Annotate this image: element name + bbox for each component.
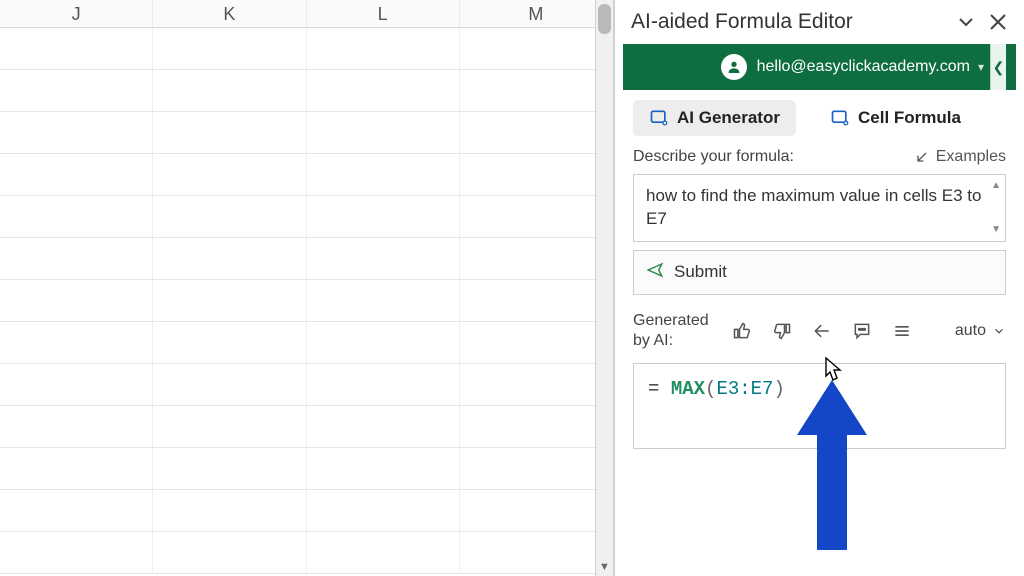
insert-button[interactable] [809, 318, 835, 344]
examples-arrow-icon [914, 149, 930, 165]
cell-formula-icon [830, 108, 850, 128]
column-headers: J K L M [0, 0, 613, 28]
formula-close-paren: ) [773, 378, 784, 400]
thumbs-up-button[interactable] [729, 318, 755, 344]
col-header-l[interactable]: L [307, 0, 460, 27]
scroll-thumb[interactable] [598, 4, 611, 34]
collapse-account-button[interactable]: ❮ [990, 44, 1006, 90]
tab-cell-formula-label: Cell Formula [858, 108, 961, 128]
formula-fn: MAX [671, 378, 705, 400]
avatar-icon [721, 54, 747, 80]
examples-link[interactable]: Examples [914, 148, 1006, 166]
formula-open-paren: ( [705, 378, 716, 400]
submit-label: Submit [674, 262, 727, 282]
format-button[interactable] [889, 318, 915, 344]
submit-button[interactable]: Submit [633, 250, 1006, 295]
generated-formula-box[interactable]: = MAX(E3:E7) [633, 363, 1006, 449]
generated-by-ai-label: Generated by AI: [633, 311, 709, 351]
panel-title: AI-aided Formula Editor [631, 10, 954, 34]
grid-rows[interactable] [0, 28, 613, 574]
thumbs-down-button[interactable] [769, 318, 795, 344]
send-icon [646, 261, 664, 284]
formula-editor-panel: AI-aided Formula Editor hello@easyclicka… [614, 0, 1024, 576]
spreadsheet-area[interactable]: J K L M ▲ ▼ [0, 0, 614, 576]
vertical-scrollbar[interactable]: ▲ ▼ [595, 0, 613, 576]
tab-ai-generator[interactable]: AI Generator [633, 100, 796, 136]
auto-dropdown[interactable]: auto [955, 322, 1006, 340]
auto-label: auto [955, 322, 986, 340]
collapse-panel-button[interactable] [954, 10, 978, 34]
col-header-k[interactable]: K [153, 0, 306, 27]
account-email: hello@easyclickacademy.com [757, 58, 970, 76]
describe-input[interactable]: how to find the maximum value in cells E… [633, 174, 1006, 242]
describe-input-text: how to find the maximum value in cells E… [646, 186, 981, 228]
col-header-m[interactable]: M [460, 0, 613, 27]
close-panel-button[interactable] [986, 10, 1010, 34]
textarea-scroll-down-icon[interactable]: ▼ [991, 223, 1001, 237]
examples-label: Examples [936, 148, 1006, 166]
formula-args: E3:E7 [716, 378, 773, 400]
formula-eq: = [648, 378, 671, 400]
scroll-down-icon[interactable]: ▼ [596, 558, 613, 576]
describe-label: Describe your formula: [633, 148, 914, 166]
account-dropdown-icon[interactable]: ▾ [978, 60, 984, 74]
tab-cell-formula[interactable]: Cell Formula [814, 100, 977, 136]
ai-generator-icon [649, 108, 669, 128]
textarea-scroll-up-icon[interactable]: ▲ [991, 179, 1001, 193]
account-bar: hello@easyclickacademy.com ▾ ❮ [623, 44, 1016, 90]
chevron-down-icon [992, 324, 1006, 338]
tab-ai-generator-label: AI Generator [677, 108, 780, 128]
col-header-j[interactable]: J [0, 0, 153, 27]
comment-button[interactable] [849, 318, 875, 344]
